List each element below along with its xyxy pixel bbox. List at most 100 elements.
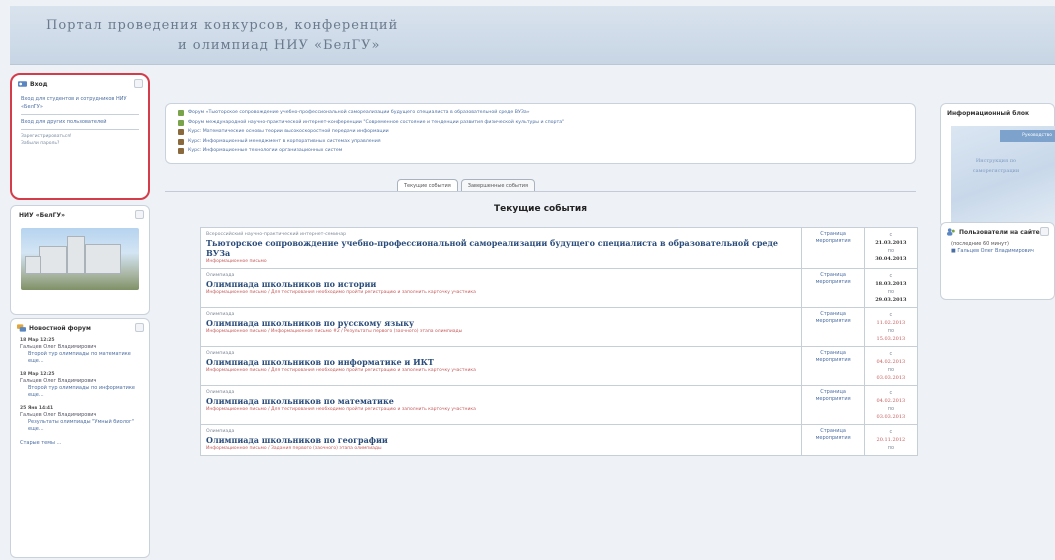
course-icon (178, 129, 184, 135)
login-block-title: Вход (30, 81, 48, 88)
event-name-link[interactable]: Олимпиада школьников по русскому языку (206, 318, 796, 328)
course-link[interactable]: Курс: Информационный менеджмент в корпор… (188, 139, 381, 144)
banner-text: Инструкция по саморегистрации (972, 158, 1020, 174)
event-page-link[interactable]: Страница мероприятия (801, 227, 865, 269)
login-link-others[interactable]: Вход для других пользователей (21, 118, 139, 126)
info-block-header: Информационный блок (941, 104, 1054, 120)
event-name-link[interactable]: Олимпиада школьников по истории (206, 279, 796, 289)
university-block-header: НИУ «БелГУ» (11, 206, 149, 222)
online-users-note: (последние 60 минут) (951, 241, 1010, 247)
date-to-label: по (887, 289, 895, 295)
block-settings-icon[interactable] (134, 79, 143, 88)
event-name-link[interactable]: Тьюторское сопровождение учебно-професси… (206, 238, 796, 258)
instructions-banner[interactable]: Руководство Инструкция по саморегистраци… (951, 126, 1055, 226)
event-docs-link[interactable]: Информационное письмо / Для тестирования… (206, 289, 796, 296)
date-from-label: с (889, 312, 893, 318)
forum-icon (17, 324, 26, 332)
date-to-label: по (887, 248, 895, 254)
date-to-label: по (887, 328, 895, 334)
date-to-label: по (887, 445, 895, 451)
table-row: Олимпиада Олимпиада школьников по матема… (199, 385, 919, 425)
event-page-link[interactable]: Страница мероприятия (801, 268, 865, 308)
event-info-cell: Олимпиада Олимпиада школьников по геогра… (199, 424, 803, 456)
table-row: Олимпиада Олимпиада школьников по русско… (199, 307, 919, 347)
portal-title-line2: и олимпиад НИУ «БелГУ» (178, 38, 381, 53)
event-name-link[interactable]: Олимпиада школьников по информатике и ИК… (206, 357, 796, 367)
event-docs-link[interactable]: Информационное письмо / Для тестирования… (206, 406, 796, 413)
course-link[interactable]: Форум «Тьюторское сопровождение учебно-п… (188, 110, 530, 115)
event-kind: Всероссийский научно-практический интерн… (206, 232, 347, 237)
course-item[interactable]: Форум международной научно-практической … (178, 118, 903, 128)
older-topics-link[interactable]: Старые темы ... (20, 439, 140, 447)
table-row: Олимпиада Олимпиада школьников по геогра… (199, 424, 919, 456)
info-block-title: Информационный блок (947, 110, 1030, 117)
course-link[interactable]: Форум международной научно-практической … (188, 120, 564, 125)
news-date: 25 Янв 14:41 (20, 406, 54, 411)
event-dates-cell: с 20.11.2012 по (863, 424, 919, 456)
course-item[interactable]: Форум «Тьюторское сопровождение учебно-п… (178, 108, 903, 118)
event-dates-cell: с 11.02.2013 по 15.03.2013 (863, 307, 919, 347)
course-link[interactable]: Курс: Математические основы теории высок… (188, 129, 389, 134)
news-date: 18 Мар 12:25 (20, 338, 55, 343)
event-page-link[interactable]: Страница мероприятия (801, 424, 865, 456)
event-kind: Олимпиада (206, 390, 235, 395)
event-kind: Олимпиада (206, 351, 235, 356)
courses-list: Форум «Тьюторское сопровождение учебно-п… (165, 103, 916, 164)
date-to: 03.03.2013 (876, 414, 906, 420)
register-link[interactable]: Зарегистрироваться! (21, 133, 139, 140)
news-forum-block: Новостной форум 18 Мар 12:25 Гальцев Оле… (10, 318, 150, 558)
event-info-cell: Олимпиада Олимпиада школьников по русско… (199, 307, 803, 347)
course-item[interactable]: Курс: Математические основы теории высок… (178, 127, 903, 137)
news-item: 18 Мар 12:25 Гальцев Олег Владимирович В… (20, 371, 140, 399)
news-author: Гальцев Олег Владимирович (20, 412, 97, 418)
event-kind: Олимпиада (206, 429, 235, 434)
users-icon (947, 228, 955, 236)
online-users-block: Пользователи на сайте (последние 60 мину… (940, 222, 1055, 300)
news-text-link[interactable]: Второй тур олимпиады по математике еще..… (20, 351, 140, 365)
event-kind: Олимпиада (206, 273, 235, 278)
events-table: Всероссийский научно-практический интерн… (199, 227, 919, 456)
event-dates-cell: с 04.02.2013 по 03.03.2013 (863, 385, 919, 425)
date-to-label: по (887, 406, 895, 412)
block-settings-icon[interactable] (135, 210, 144, 219)
event-name-link[interactable]: Олимпиада школьников по географии (206, 435, 796, 445)
online-user-link[interactable]: ■ Гальцев Олег Владимирович (951, 248, 1044, 255)
event-page-link[interactable]: Страница мероприятия (801, 385, 865, 425)
forgot-password-link[interactable]: Забыли пароль? (21, 140, 139, 147)
date-to: 29.03.2013 (875, 297, 907, 303)
news-item: 25 Янв 14:41 Гальцев Олег Владимирович Р… (20, 405, 140, 433)
course-link[interactable]: Курс: Информационные технологии организа… (188, 148, 342, 153)
event-docs-link[interactable]: Информационное письмо / Информационное п… (206, 328, 796, 335)
event-docs-link[interactable]: Информационное письмо / Задания первого … (206, 445, 796, 452)
date-from-label: с (889, 390, 893, 396)
event-dates-cell: с 04.02.2013 по 03.03.2013 (863, 346, 919, 386)
date-from-label: с (889, 429, 893, 435)
campus-photo[interactable] (21, 228, 139, 290)
event-name-link[interactable]: Олимпиада школьников по математике (206, 396, 796, 406)
event-docs-link[interactable]: Информационное письмо / Для тестирования… (206, 367, 796, 374)
event-page-link[interactable]: Страница мероприятия (801, 346, 865, 386)
news-text-link[interactable]: Результаты олимпиады "Умный биолог" еще.… (20, 419, 140, 433)
course-item[interactable]: Курс: Информационный менеджмент в корпор… (178, 137, 903, 147)
news-text-link[interactable]: Второй тур олимпиады по информатике еще.… (20, 385, 140, 399)
date-from: 04.02.2013 (876, 359, 906, 365)
date-from: 21.03.2013 (875, 240, 907, 246)
date-to: 15.03.2013 (876, 336, 906, 342)
block-settings-icon[interactable] (135, 323, 144, 332)
date-from: 18.03.2013 (875, 281, 907, 287)
course-icon (178, 148, 184, 154)
date-to: 30.04.2013 (875, 256, 907, 262)
table-row: Олимпиада Олимпиада школьников по информ… (199, 346, 919, 386)
login-link-students[interactable]: Вход для студентов и сотрудников НИУ «Бе… (21, 95, 139, 111)
table-row: Олимпиада Олимпиада школьников по истори… (199, 268, 919, 308)
event-page-link[interactable]: Страница мероприятия (801, 307, 865, 347)
news-author: Гальцев Олег Владимирович (20, 378, 97, 384)
course-item[interactable]: Курс: Информационные технологии организа… (178, 146, 903, 156)
course-icon (178, 138, 184, 145)
online-user-name[interactable]: Гальцев Олег Владимирович (957, 248, 1034, 254)
date-to: 03.03.2013 (876, 375, 906, 381)
event-docs-link[interactable]: Информационное письмо (206, 258, 796, 265)
date-from: 11.02.2013 (876, 320, 906, 326)
block-settings-icon[interactable] (1040, 227, 1049, 236)
online-users-title: Пользователи на сайте (959, 229, 1040, 236)
